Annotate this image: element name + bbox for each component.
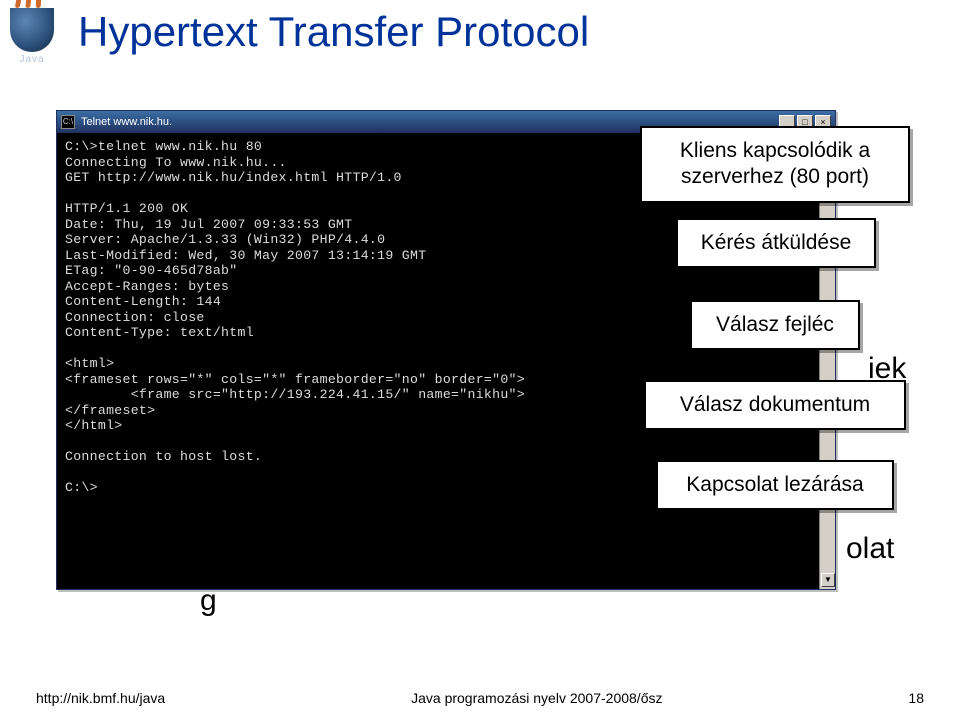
slide: Java Hypertext Transfer Protocol iek ola… <box>0 0 960 720</box>
annotation-response-header: Válasz fejléc <box>690 300 860 350</box>
page-title: Hypertext Transfer Protocol <box>78 8 589 56</box>
footer-page-number: 18 <box>908 690 924 706</box>
coffee-cup-icon <box>10 8 54 52</box>
footer-center: Java programozási nyelv 2007-2008/ősz <box>165 690 908 706</box>
footer-url: http://nik.bmf.hu/java <box>36 690 165 706</box>
annotation-request: Kérés átküldése <box>676 218 876 268</box>
annotation-connection-close: Kapcsolat lezárása <box>656 460 894 510</box>
scroll-down-button[interactable]: ▼ <box>821 573 835 587</box>
java-logo: Java <box>8 8 56 66</box>
steam-icon <box>16 0 46 8</box>
annotation-connect: Kliens kapcsolódik a szerverhez (80 port… <box>640 126 910 203</box>
annotation-response-document: Válasz dokumentum <box>644 380 906 430</box>
obscured-text-2: olat <box>846 532 894 566</box>
window-title: Telnet www.nik.hu. <box>81 116 172 128</box>
cmd-icon: C:\ <box>61 115 75 129</box>
footer: http://nik.bmf.hu/java Java programozási… <box>0 690 960 706</box>
logo-label: Java <box>8 54 56 65</box>
